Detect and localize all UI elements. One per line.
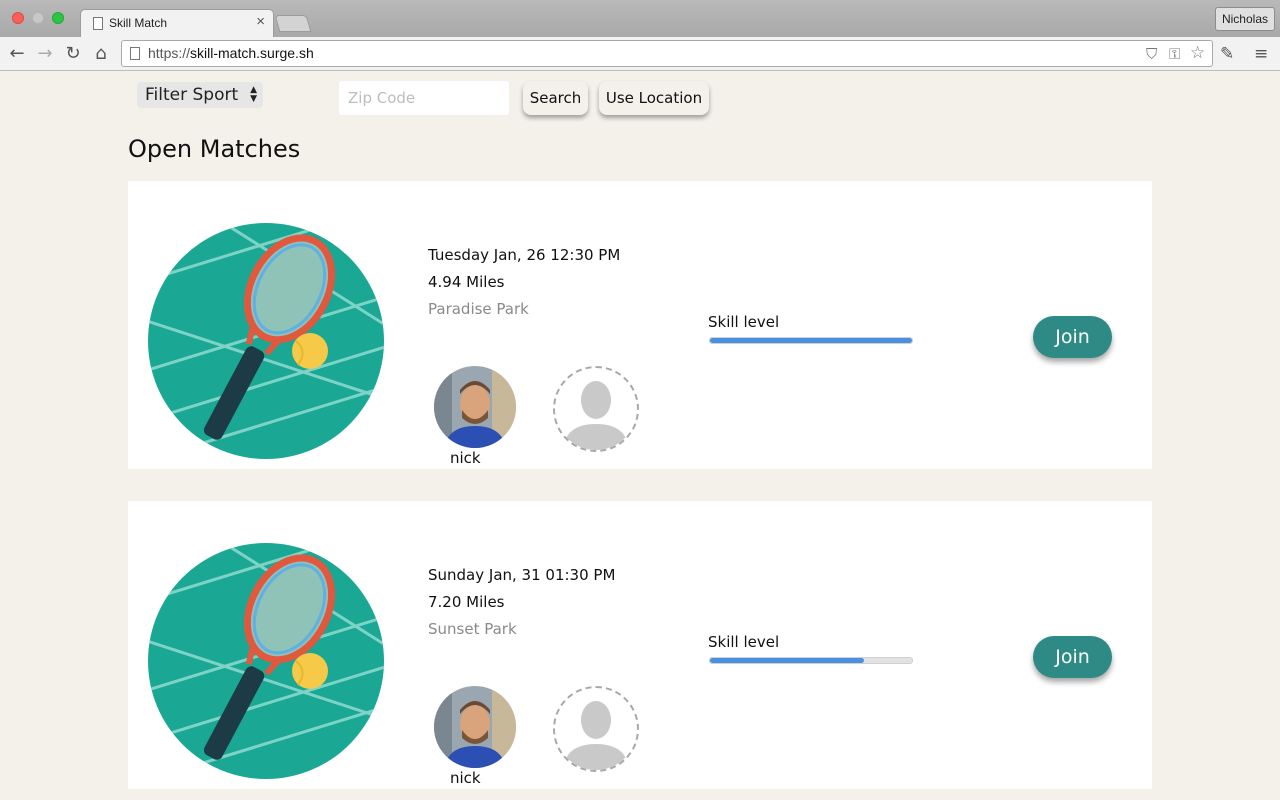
document-icon [93, 17, 103, 30]
match-location: Sunset Park [428, 620, 517, 638]
page-title: Open Matches [128, 135, 301, 163]
skill-level-fill [710, 658, 864, 663]
match-distance: 7.20 Miles [428, 593, 505, 611]
match-location: Paradise Park [428, 300, 529, 318]
use-location-button[interactable]: Use Location [599, 81, 709, 115]
skill-level-bar [709, 657, 913, 664]
skill-level-fill [710, 338, 912, 343]
reload-icon[interactable]: ↻ [61, 42, 85, 66]
match-datetime: Tuesday Jan, 26 12:30 PM [428, 246, 621, 264]
new-tab-button[interactable] [274, 15, 312, 32]
search-button[interactable]: Search [523, 81, 588, 115]
avatar[interactable] [434, 366, 516, 448]
skill-level-label: Skill level [708, 633, 780, 651]
empty-player-slot[interactable] [553, 686, 639, 772]
minimize-window-button[interactable] [32, 12, 44, 24]
filter-sport-label: Filter Sport [145, 85, 239, 105]
skill-level-bar [709, 337, 913, 344]
url-text: https://skill-match.surge.sh [148, 45, 314, 61]
tab-title: Skill Match [109, 16, 168, 30]
profile-button[interactable]: Nicholas [1214, 7, 1275, 31]
avatar[interactable] [434, 686, 516, 768]
page-content: Filter Sport ▲▼ Search Use Location Open… [0, 72, 1280, 800]
player-name: nick [450, 769, 481, 787]
person-silhouette-icon [563, 381, 629, 450]
match-datetime: Sunday Jan, 31 01:30 PM [428, 566, 616, 584]
filter-sport-select[interactable]: Filter Sport ▲ ▼ [137, 82, 263, 108]
browser-tab[interactable]: Skill Match × [80, 9, 274, 37]
maximize-window-button[interactable] [52, 12, 64, 24]
tab-close-icon[interactable]: × [256, 14, 265, 29]
join-button[interactable]: Join [1033, 636, 1112, 678]
browser-titlebar: Skill Match × Nicholas [0, 0, 1280, 37]
match-card: Sunday Jan, 31 01:30 PM 7.20 Miles Sunse… [128, 501, 1152, 789]
zip-code-input[interactable] [339, 81, 509, 115]
skill-level-label: Skill level [708, 313, 780, 331]
tennis-racket-ball-icon [148, 543, 384, 779]
tennis-racket-ball-icon [148, 223, 384, 459]
person-silhouette-icon [563, 701, 629, 770]
home-icon[interactable]: ⌂ [89, 42, 113, 66]
shield-icon[interactable]: ⛉ [1146, 45, 1157, 63]
empty-player-slot[interactable] [553, 366, 639, 452]
menu-icon[interactable]: ≡ [1254, 42, 1268, 66]
join-button[interactable]: Join [1033, 316, 1112, 358]
back-arrow-icon[interactable]: ← [5, 42, 29, 66]
star-icon[interactable]: ☆ [1190, 44, 1205, 62]
key-icon[interactable]: ⚿ [1169, 45, 1180, 63]
player-name: nick [450, 449, 481, 467]
browser-toolbar: ← → ↻ ⌂ https://skill-match.surge.sh ⛉ ⚿… [0, 37, 1280, 71]
match-distance: 4.94 Miles [428, 273, 505, 291]
close-window-button[interactable] [12, 12, 24, 24]
forward-arrow-icon[interactable]: → [33, 42, 57, 66]
match-card: Tuesday Jan, 26 12:30 PM 4.94 Miles Para… [128, 181, 1152, 469]
address-bar[interactable]: https://skill-match.surge.sh ⛉ ⚿ ☆ [121, 40, 1213, 67]
eyedropper-icon[interactable]: ✎ [1220, 42, 1234, 66]
page-icon [130, 47, 140, 60]
select-arrows-icon: ▲ ▼ [250, 85, 257, 104]
